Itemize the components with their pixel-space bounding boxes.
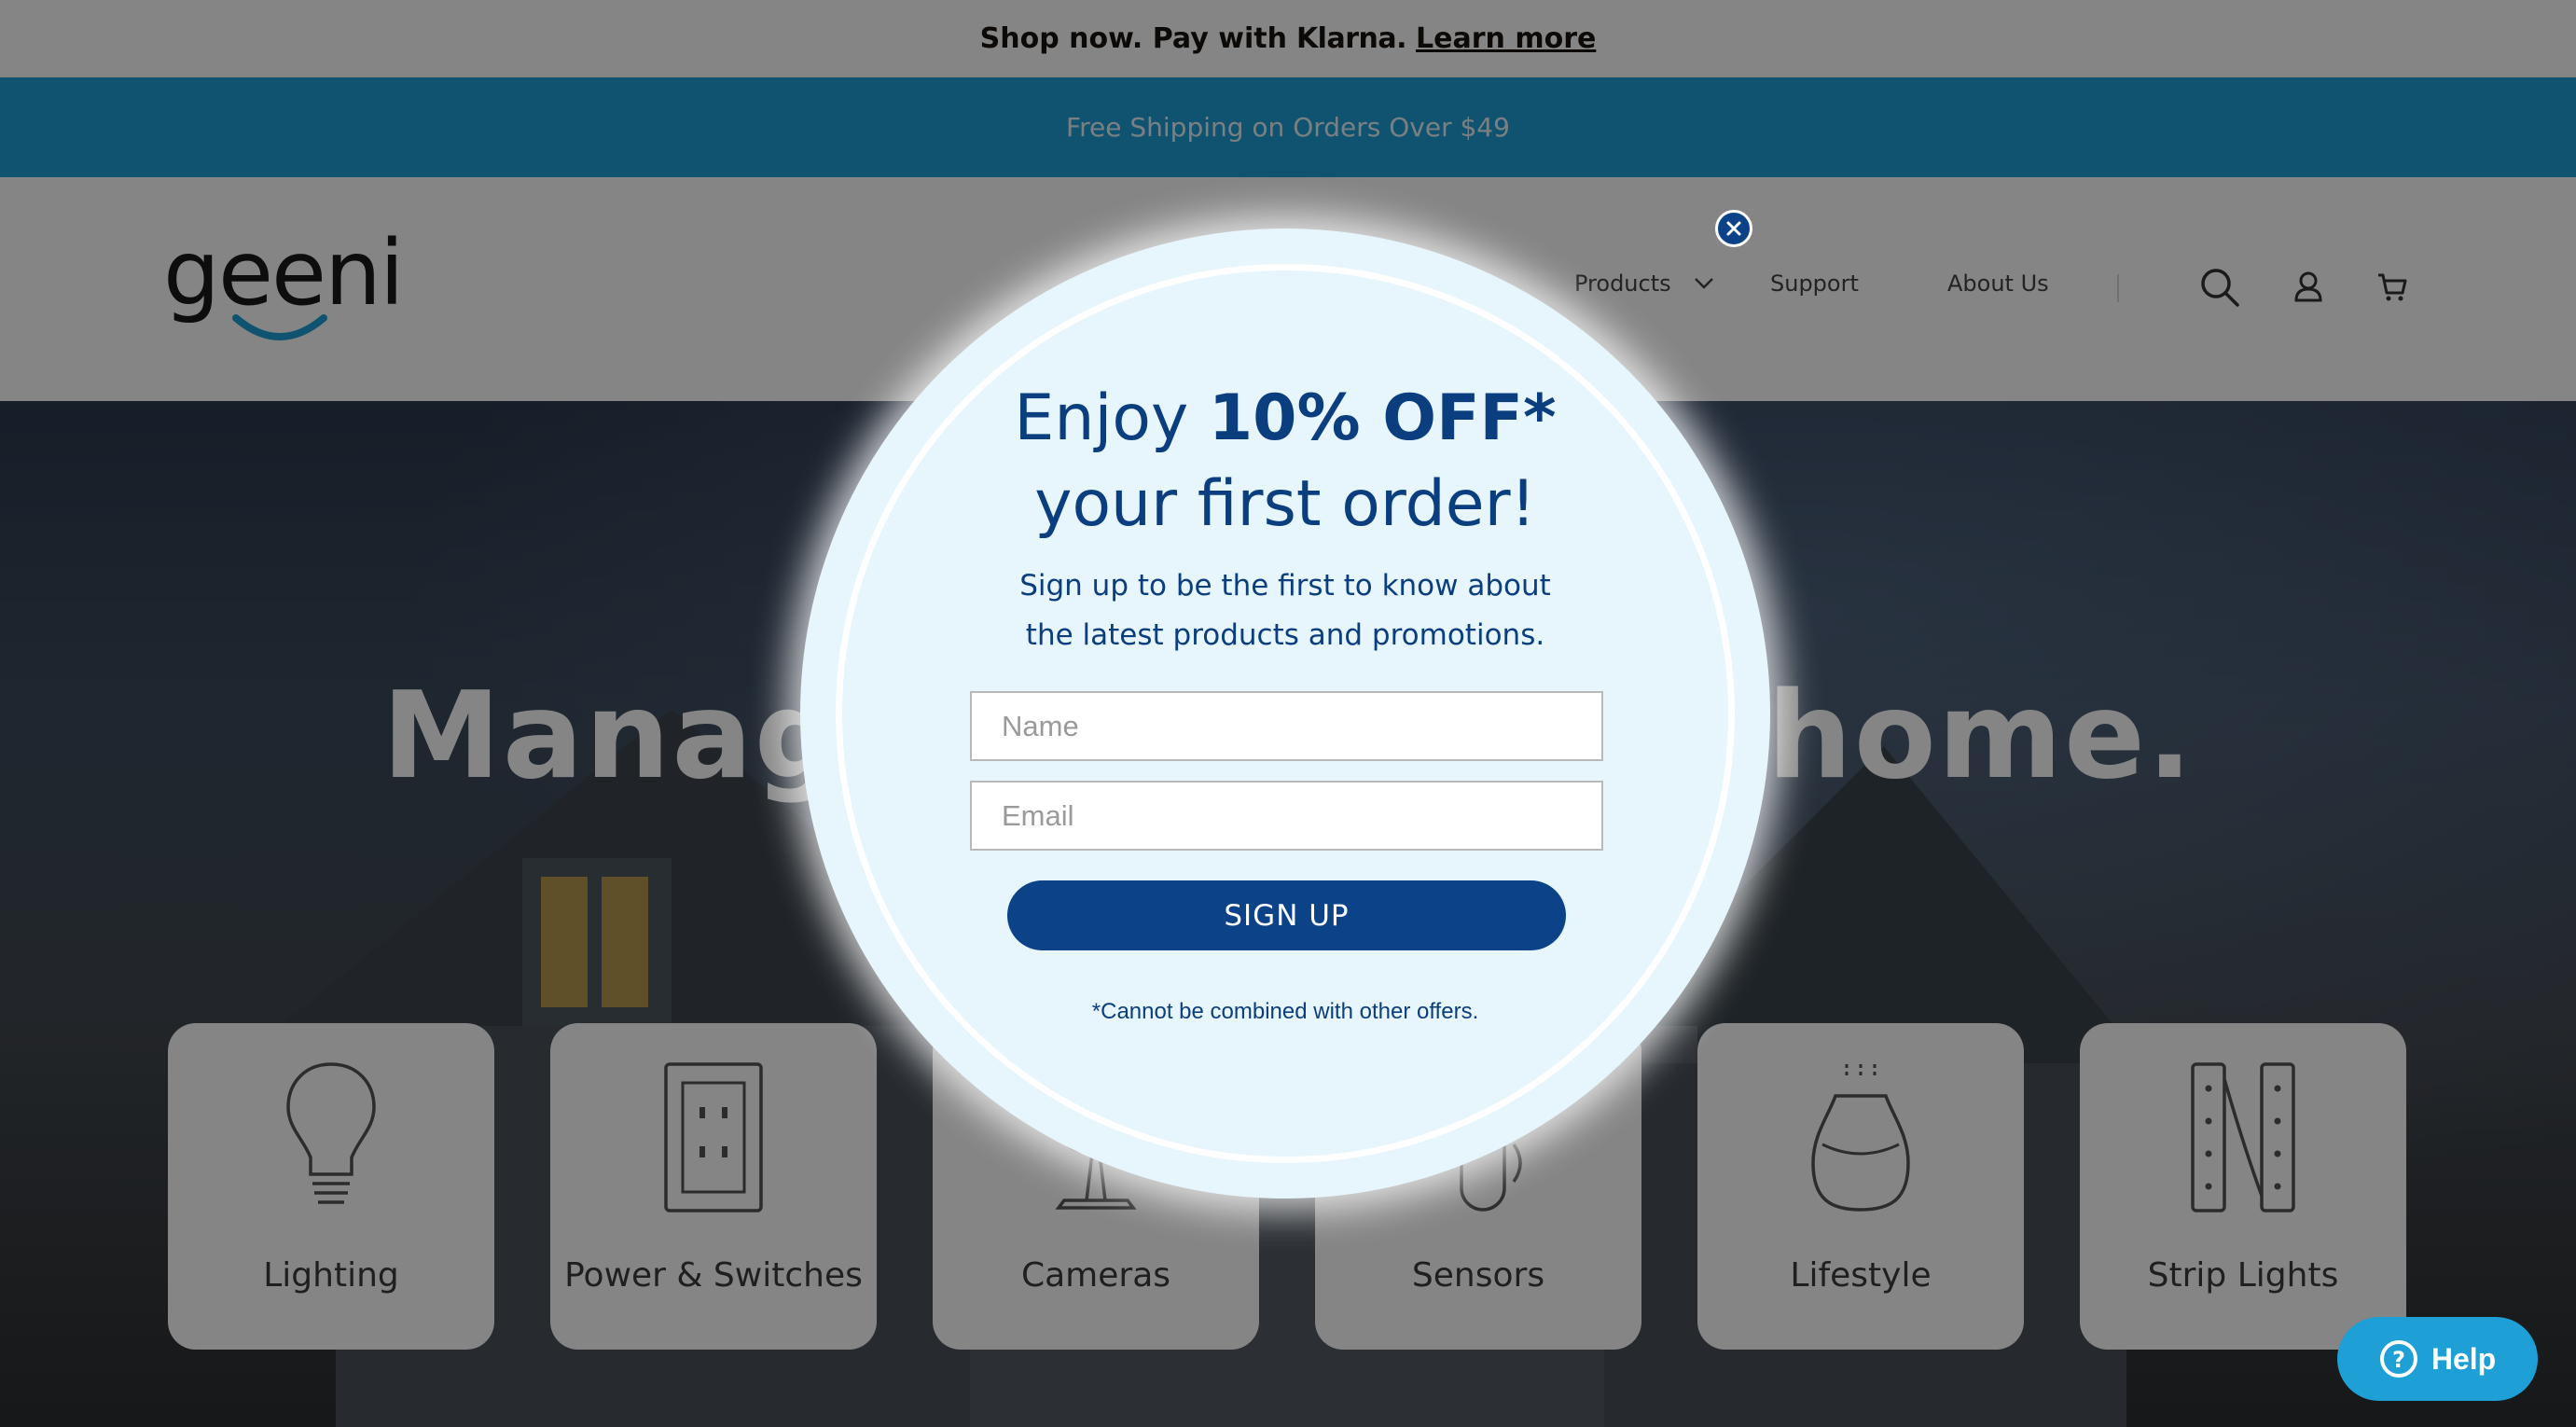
- popup-title-prefix: Enjoy: [1014, 381, 1189, 455]
- help-button[interactable]: ? Help: [2337, 1317, 2538, 1401]
- signup-popup: Enjoy 10% OFF* your first order! Sign up…: [800, 229, 1770, 1198]
- email-input[interactable]: [970, 781, 1603, 851]
- popup-disclaimer: *Cannot be combined with other offers.: [1091, 999, 1479, 1024]
- question-icon: ?: [2379, 1340, 2417, 1378]
- name-input[interactable]: [970, 691, 1603, 761]
- close-icon: [1726, 221, 1741, 236]
- sign-up-button[interactable]: SIGN UP: [1007, 880, 1566, 950]
- popup-title-offer: 10% OFF*: [1208, 381, 1557, 455]
- popup-title-line1: Enjoy 10% OFF*: [800, 387, 1770, 450]
- popup-title-line2: your first order!: [1034, 467, 1536, 541]
- svg-text:?: ?: [2392, 1347, 2405, 1373]
- help-label: Help: [2431, 1341, 2497, 1376]
- close-popup-button[interactable]: [1715, 210, 1752, 247]
- popup-subtitle: Sign up to be the first to know about th…: [1019, 569, 1551, 652]
